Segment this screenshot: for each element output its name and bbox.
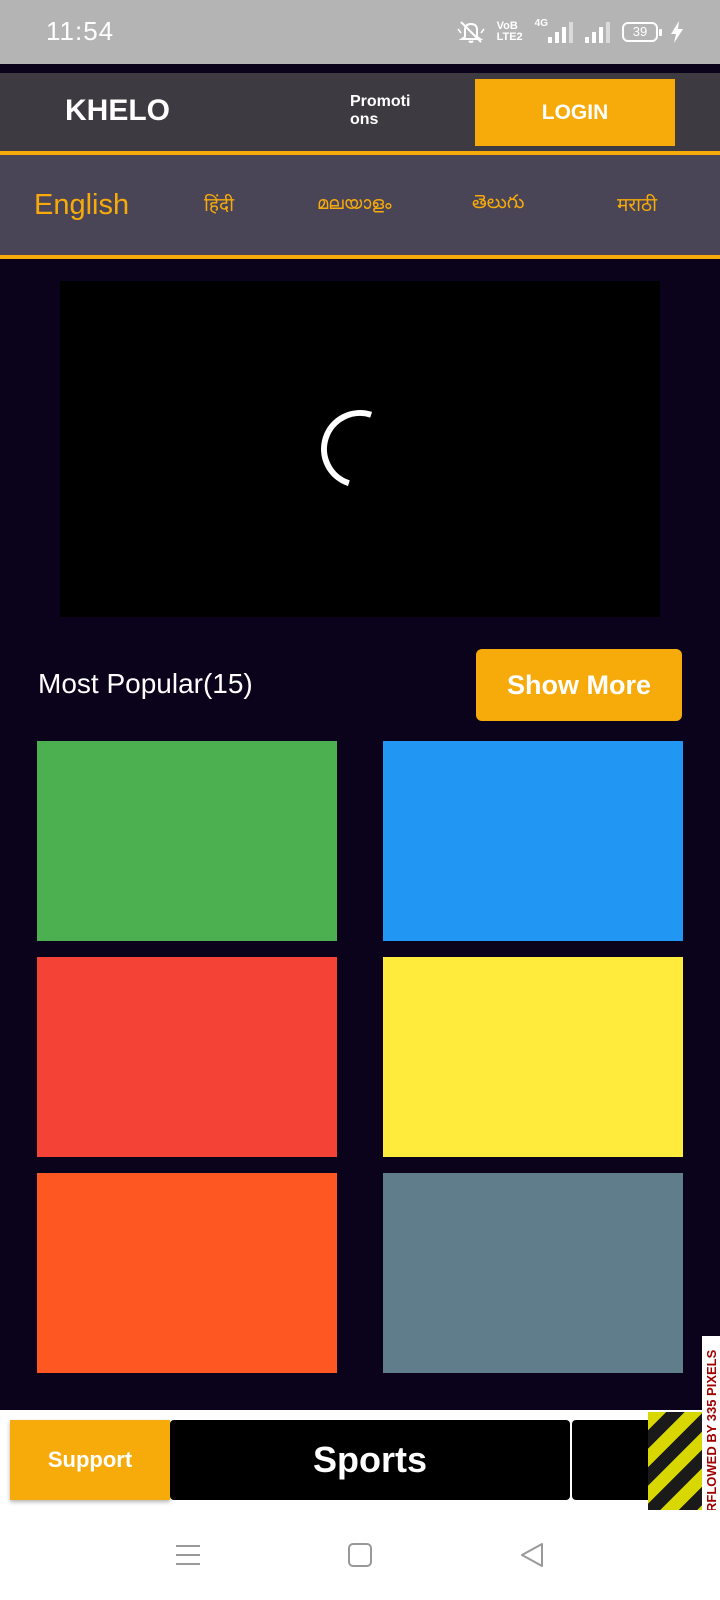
mute-icon [456,21,485,43]
battery-icon: 39 [622,22,662,42]
signal-icon-1 [548,21,573,43]
back-icon[interactable] [518,1541,546,1569]
volte-badge: VoB LTE2 [497,21,523,43]
status-icons: VoB LTE2 4G 39 [456,17,684,46]
game-tile[interactable] [37,957,337,1157]
menu-icon[interactable] [174,1541,202,1569]
sports-button[interactable]: Sports [170,1420,570,1500]
language-bar: English हिंदी മലയാളം తెలుగు मराठी [0,151,720,259]
promotions-link[interactable]: Promotions [350,93,420,129]
language-telugu[interactable]: తెలుగు [472,191,524,218]
overflow-warning-stripes [648,1412,702,1512]
game-tile[interactable] [383,1173,683,1373]
home-icon[interactable] [346,1541,374,1569]
language-marathi[interactable]: मराठी [617,191,657,217]
game-tile[interactable] [37,1173,337,1373]
support-button[interactable]: Support [10,1420,170,1500]
brand-logo[interactable]: KHELO [65,94,170,128]
volte-bottom: LTE2 [496,31,523,43]
battery-level: 39 [632,24,648,39]
language-english[interactable]: English [34,189,129,222]
game-tile[interactable] [383,957,683,1157]
video-player[interactable] [60,281,660,617]
status-time: 11:54 [46,16,115,46]
system-nav-bar [0,1510,720,1600]
language-malayalam[interactable]: മലയാളം [317,193,392,214]
show-more-button[interactable]: Show More [476,649,682,721]
network-type: 4G [534,17,548,29]
game-tile[interactable] [37,741,337,941]
status-bar: 11:54 VoB LTE2 4G 39 [0,0,720,64]
login-button[interactable]: LOGIN [475,79,675,146]
overflow-warning-text: RFLOWED BY 335 PIXELS [704,1349,719,1512]
app-header: KHELO Promotions LOGIN [0,73,720,151]
charging-icon [671,21,683,43]
overflow-warning: RFLOWED BY 335 PIXELS [702,1336,720,1512]
loading-spinner-icon [321,410,373,487]
language-hindi[interactable]: हिंदी [204,191,234,217]
signal-icon-2 [585,21,610,43]
game-tile[interactable] [383,741,683,941]
section-title: Most Popular(15) [38,668,253,699]
